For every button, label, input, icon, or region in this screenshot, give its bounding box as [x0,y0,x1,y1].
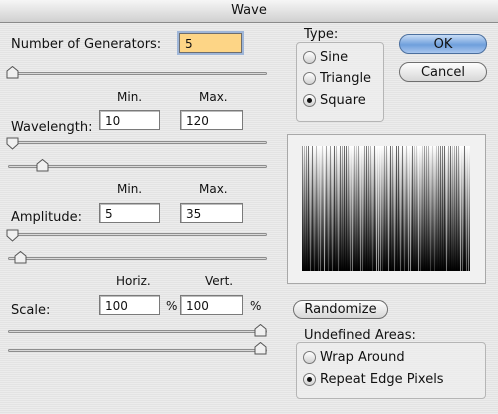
amplitude-min-slider[interactable] [8,233,267,236]
generators-label: Number of Generators: [11,37,162,52]
type-option-square-label: Square [320,93,366,108]
type-label: Type: [304,27,339,42]
undefined-areas-label: Undefined Areas: [304,328,416,343]
amplitude-max-slider[interactable] [8,257,267,260]
amplitude-max-field[interactable]: 35 [180,203,243,223]
radio-sine[interactable] [303,51,316,64]
undefined-option-repeat-edge-label: Repeat Edge Pixels [320,372,444,387]
type-option-sine-label: Sine [320,50,349,65]
radio-triangle[interactable] [303,72,316,85]
cancel-button[interactable]: Cancel [399,62,487,82]
generators-slider[interactable] [8,72,267,75]
scale-vert-unit: % [250,299,262,313]
title-bar: Wave [0,0,498,23]
generators-slider-thumb[interactable] [6,65,19,79]
amplitude-max-slider-thumb[interactable] [14,250,27,264]
scale-vert-header: Vert. [205,274,234,288]
type-option-triangle-label: Triangle [320,71,372,86]
wavelength-max-slider-thumb[interactable] [36,158,49,172]
scale-horiz-field[interactable]: 100 [99,295,160,315]
amplitude-label: Amplitude: [11,210,82,225]
radio-repeat-edge[interactable] [303,373,316,386]
ok-button[interactable]: OK [399,34,487,54]
wavelength-min-header: Min. [117,90,143,104]
scale-horiz-header: Horiz. [116,274,151,288]
scale-vert-slider[interactable] [8,349,267,352]
radio-square[interactable] [303,94,316,107]
wavelength-min-field[interactable]: 10 [99,110,160,130]
scale-vert-field[interactable]: 100 [180,295,243,315]
radio-wrap-around[interactable] [303,351,316,364]
generators-field[interactable]: 5 [179,33,242,53]
wave-preview [287,134,486,284]
undefined-option-wrap-around-label: Wrap Around [320,350,405,365]
wavelength-max-header: Max. [199,90,228,104]
wavelength-min-slider-thumb[interactable] [6,137,19,150]
amplitude-min-slider-thumb[interactable] [6,229,19,242]
scale-vert-slider-thumb[interactable] [254,341,267,355]
wave-preview-image [302,146,470,271]
scale-horiz-unit: % [166,299,178,313]
amplitude-min-header: Min. [117,182,143,196]
wave-dialog: Wave Number of Generators: 5 Min. Max. W… [0,0,498,414]
wavelength-label: Wavelength: [11,120,93,135]
amplitude-max-header: Max. [199,182,228,196]
scale-horiz-slider[interactable] [8,330,267,333]
amplitude-min-field[interactable]: 5 [99,203,160,223]
randomize-button[interactable]: Randomize [293,300,388,319]
window-title: Wave [231,3,267,18]
scale-label: Scale: [11,303,51,318]
wavelength-min-slider[interactable] [8,141,267,144]
scale-horiz-slider-thumb[interactable] [254,323,267,337]
wavelength-max-field[interactable]: 120 [180,110,243,130]
